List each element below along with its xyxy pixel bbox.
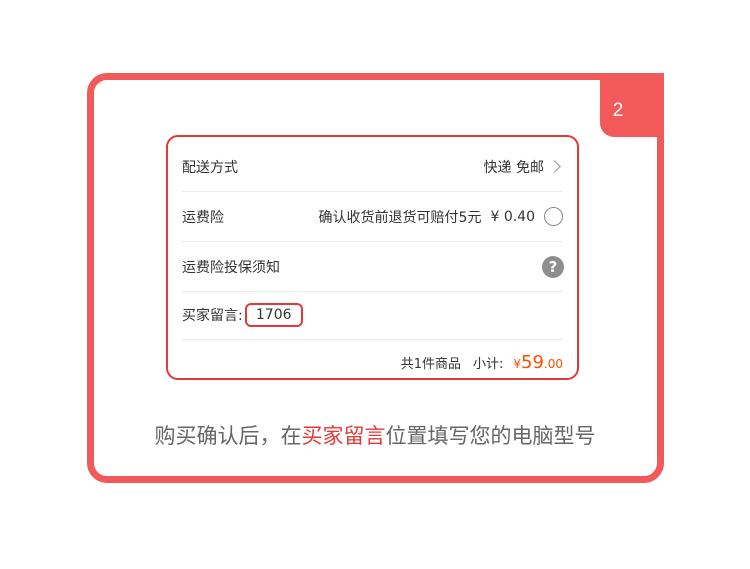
instruction-caption: 购买确认后，在买家留言位置填写您的电脑型号 [95, 420, 655, 450]
chevron-right-icon [548, 160, 561, 173]
subtotal-label: 小计: [472, 357, 504, 372]
shipping-label: 配送方式 [182, 159, 238, 176]
buyer-message-label: 买家留言: [182, 307, 243, 324]
caption-part2: 位置填写您的电脑型号 [385, 424, 596, 448]
step-number: 2 [612, 100, 624, 121]
price-integer: 59 [521, 352, 544, 373]
caption-part1: 购买确认后，在 [154, 424, 302, 448]
shipping-value: 快递 免邮 [483, 159, 544, 176]
shipping-row[interactable]: 配送方式 快递 免邮 [182, 142, 563, 192]
price-decimal: .00 [543, 357, 563, 371]
insurance-description: 确认收货前退货可赔付5元 [318, 209, 482, 226]
buyer-message-row: 买家留言: 1706 [182, 290, 563, 340]
insurance-notice-row[interactable]: 运费险投保须知 ? [182, 242, 564, 292]
item-count: 共1件商品 [400, 357, 461, 372]
insurance-label: 运费险 [182, 209, 224, 226]
insurance-notice-label: 运费险投保须知 [182, 259, 280, 276]
buyer-message-input[interactable]: 1706 [244, 302, 303, 327]
insurance-price: ¥ 0.40 [490, 208, 535, 225]
subtotal-price: ¥59.00 [513, 352, 563, 373]
question-icon[interactable]: ? [542, 255, 564, 278]
insurance-radio[interactable] [544, 207, 563, 226]
currency-symbol: ¥ [513, 357, 521, 371]
caption-highlight: 买家留言 [301, 424, 386, 448]
order-panel: 配送方式 快递 免邮 运费险 确认收货前退货可赔付5元 ¥ 0.40 运费险投保… [166, 135, 579, 380]
summary-row: 共1件商品 小计: ¥59.00 [182, 338, 563, 387]
insurance-row: 运费险 确认收货前退货可赔付5元 ¥ 0.40 [182, 192, 563, 242]
